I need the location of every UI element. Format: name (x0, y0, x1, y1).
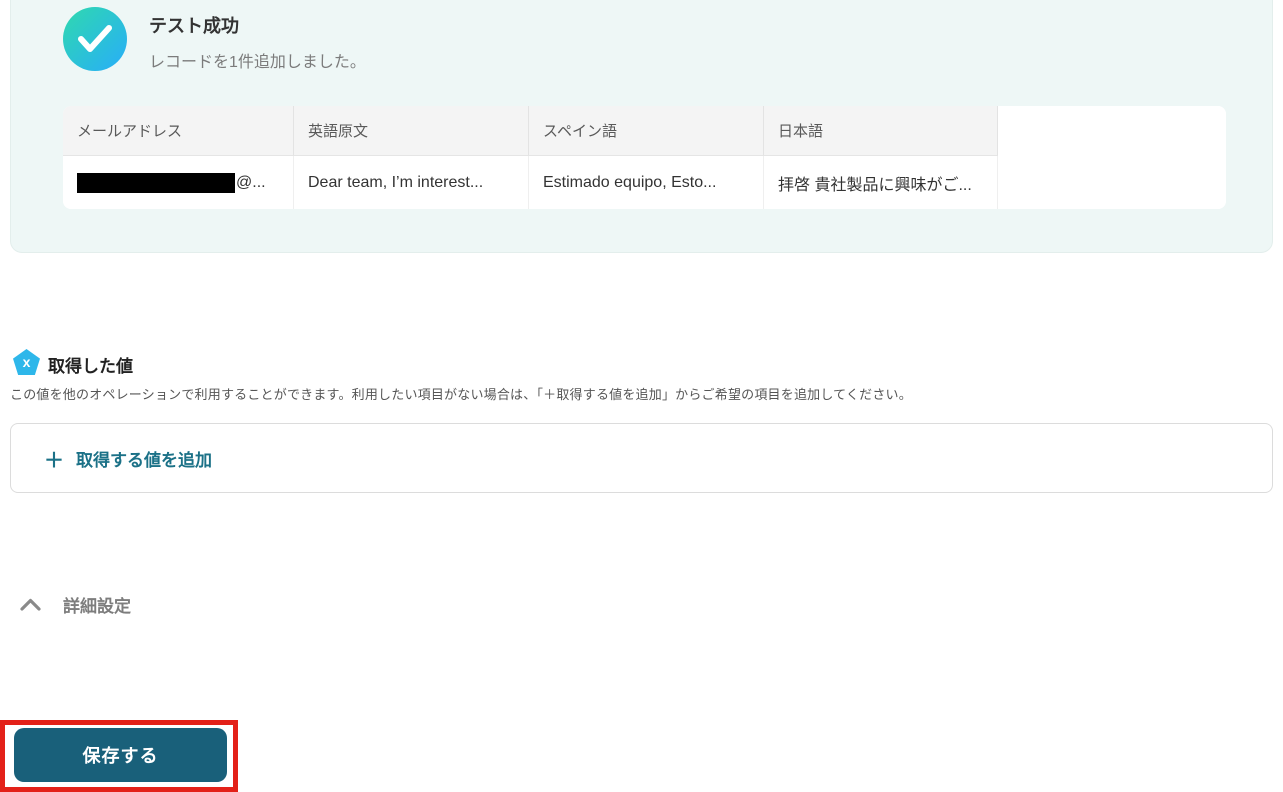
add-retrieved-value-button[interactable]: ＋ 取得する値を追加 (10, 423, 1273, 493)
cell-japanese: 拝啓 貴社製品に興味がご... (764, 156, 998, 209)
chevron-up-icon (20, 598, 41, 611)
cell-spanish: Estimado equipo, Esto... (529, 156, 764, 209)
test-result-table: メールアドレス 英語原文 スペイン語 日本語 @... Dear team, I… (63, 106, 1226, 209)
pentagon-x-glyph: x (22, 354, 31, 370)
table-row: @... Dear team, I’m interest... Estimado… (63, 156, 1226, 209)
success-check-icon (63, 7, 127, 71)
success-title: テスト成功 (149, 16, 239, 36)
column-header-email: メールアドレス (63, 106, 294, 156)
column-header-english: 英語原文 (294, 106, 529, 156)
cell-english: Dear team, I’m interest... (294, 156, 529, 209)
plus-icon: ＋ (44, 449, 64, 472)
save-button[interactable]: 保存する (14, 728, 227, 782)
email-suffix: @... (236, 173, 266, 191)
table-header-row: メールアドレス 英語原文 スペイン語 日本語 (63, 106, 1226, 156)
retrieved-values-heading: 取得した値 (48, 357, 133, 376)
advanced-settings-toggle[interactable]: 詳細設定 (20, 592, 131, 617)
column-header-japanese: 日本語 (764, 106, 998, 156)
success-message: レコードを1件追加しました。 (149, 54, 366, 71)
column-header-spanish: スペイン語 (529, 106, 764, 156)
retrieved-values-description: この値を他のオペレーションで利用することができます。利用したい項目がない場合は、… (10, 387, 912, 402)
cell-filler (998, 156, 1226, 209)
retrieved-value-pentagon-x-icon: x (13, 349, 40, 375)
test-success-panel: テスト成功 レコードを1件追加しました。 メールアドレス 英語原文 スペイン語 … (10, 0, 1273, 253)
redacted-email-block (77, 172, 235, 193)
advanced-settings-label: 詳細設定 (63, 597, 131, 616)
cell-email: @... (63, 156, 294, 209)
add-value-label: 取得する値を追加 (76, 450, 212, 470)
column-header-filler (998, 106, 1226, 156)
